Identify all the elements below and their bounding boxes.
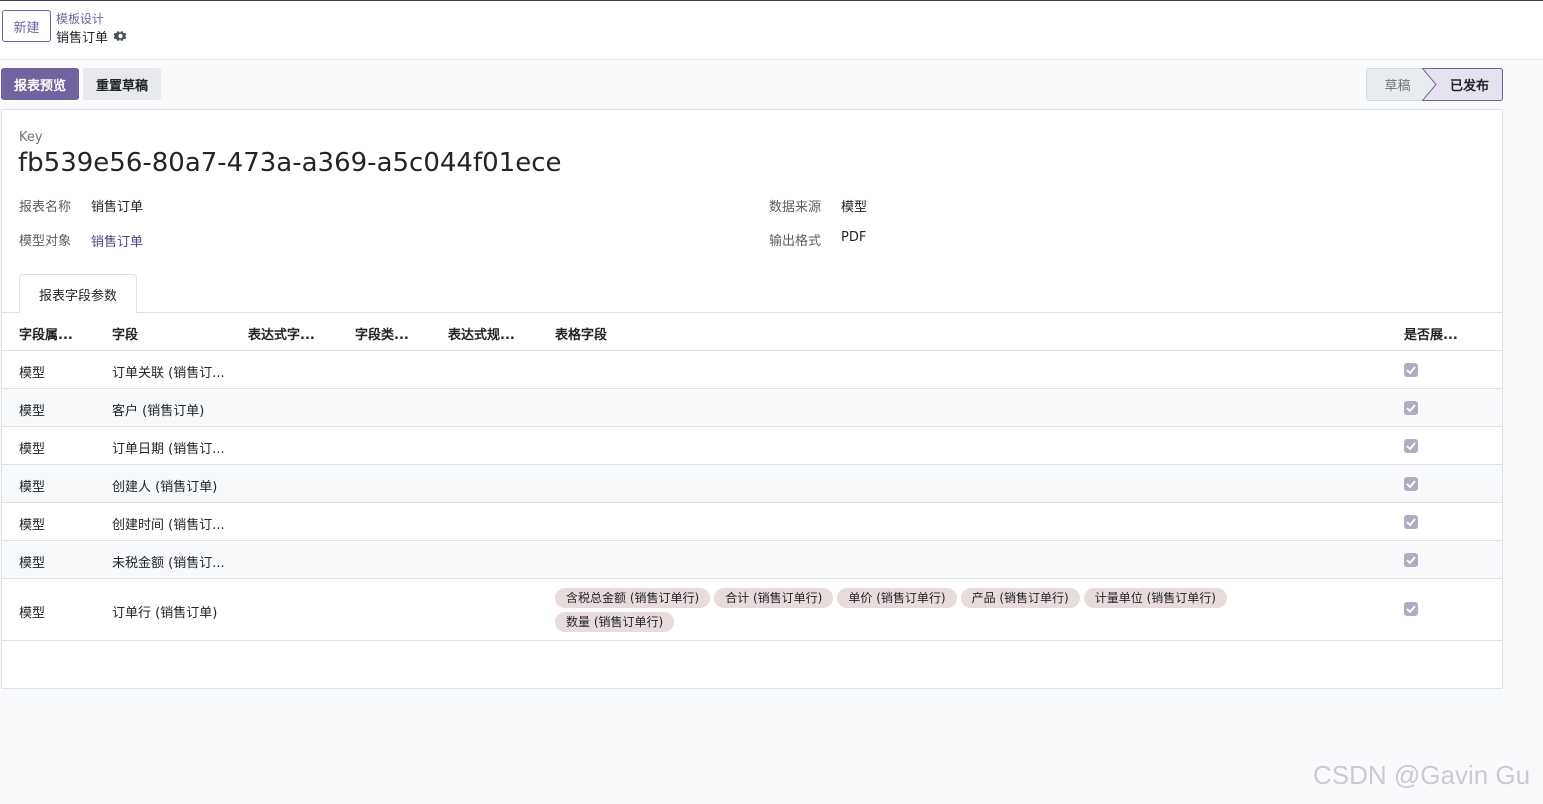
breadcrumb-parent[interactable]: 模板设计 [56, 10, 104, 27]
tag-badge[interactable]: 含税总金额 (销售订单行) [555, 588, 711, 608]
gear-icon[interactable] [113, 30, 127, 43]
cell-field: 创建人 (销售订单) [112, 480, 218, 495]
datasource-label: 数据来源 [769, 200, 822, 215]
output-format-value[interactable]: PDF [841, 230, 866, 245]
table-row[interactable]: 模型 订单日期 (销售订... [2, 427, 1502, 465]
cell-type: 模型 [19, 606, 46, 621]
reset-draft-button[interactable]: 重置草稿 [83, 68, 161, 100]
column-header[interactable]: 表格字段 [555, 324, 607, 343]
status-bar: 草稿 已发布 [1366, 68, 1503, 101]
shown-checkbox[interactable] [1404, 553, 1418, 567]
report-name-label: 报表名称 [19, 200, 72, 215]
cell-type: 模型 [19, 556, 46, 571]
column-header[interactable]: 字段属... [19, 324, 73, 343]
status-published[interactable]: 已发布 [1422, 68, 1503, 101]
tag-badge[interactable]: 计量单位 (销售订单行) [1083, 588, 1227, 608]
key-label: Key [19, 130, 43, 145]
column-header[interactable]: 是否展... [1404, 324, 1458, 343]
shown-checkbox[interactable] [1404, 477, 1418, 491]
shown-checkbox[interactable] [1404, 363, 1418, 377]
breadcrumb-current-label: 销售订单 [56, 31, 109, 46]
table-row[interactable]: 模型 未税金额 (销售订... [2, 541, 1502, 579]
table-row[interactable]: 模型 创建人 (销售订单) [2, 465, 1502, 503]
datasource-value[interactable]: 模型 [841, 196, 867, 215]
table-header: 字段属... 字段 表达式字... 字段类... 表达式规... 表格字段 是否… [2, 313, 1502, 351]
tag-badge[interactable]: 合计 (销售订单行) [714, 588, 834, 608]
report-name-value[interactable]: 销售订单 [91, 196, 143, 215]
cell-field: 订单行 (销售订单) [112, 606, 218, 621]
cell-type: 模型 [19, 480, 46, 495]
control-panel: 新建 模板设计 销售订单 [0, 0, 1543, 60]
column-header[interactable]: 表达式字... [248, 324, 315, 343]
fields-table: 字段属... 字段 表达式字... 字段类... 表达式规... 表格字段 是否… [2, 313, 1502, 641]
new-button[interactable]: 新建 [2, 10, 51, 42]
key-value: fb539e56-80a7-473a-a369-a5c044f01ece [18, 148, 562, 178]
output-format-label: 输出格式 [769, 234, 822, 249]
shown-checkbox[interactable] [1404, 401, 1418, 415]
cell-field: 未税金额 (销售订... [112, 556, 225, 571]
column-header[interactable]: 字段类... [355, 324, 409, 343]
column-header[interactable]: 字段 [112, 324, 138, 343]
tab-report-fields[interactable]: 报表字段参数 [19, 274, 137, 314]
cell-type: 模型 [19, 404, 46, 419]
table-row[interactable]: 模型 创建时间 (销售订... [2, 503, 1502, 541]
model-label: 模型对象 [19, 234, 72, 249]
cell-field: 创建时间 (销售订... [112, 518, 225, 533]
table-field-tags: 含税总金额 (销售订单行) 合计 (销售订单行) 单价 (销售订单行) 产品 (… [555, 588, 1295, 632]
column-header[interactable]: 表达式规... [448, 324, 515, 343]
table-row[interactable]: 模型 订单行 (销售订单) 含税总金额 (销售订单行) 合计 (销售订单行) 单… [2, 579, 1502, 641]
shown-checkbox[interactable] [1404, 602, 1418, 616]
cell-type: 模型 [19, 442, 46, 457]
model-link[interactable]: 销售订单 [91, 231, 143, 250]
table-row[interactable]: 模型 订单关联 (销售订... [2, 351, 1502, 389]
tag-badge[interactable]: 单价 (销售订单行) [837, 588, 957, 608]
report-preview-button[interactable]: 报表预览 [1, 68, 79, 100]
cell-type: 模型 [19, 366, 46, 381]
cell-field: 客户 (销售订单) [112, 404, 205, 419]
cell-type: 模型 [19, 518, 46, 533]
shown-checkbox[interactable] [1404, 515, 1418, 529]
form-sheet: Key fb539e56-80a7-473a-a369-a5c044f01ece… [1, 109, 1503, 689]
tag-badge[interactable]: 数量 (销售订单行) [555, 612, 675, 632]
breadcrumb-current: 销售订单 [56, 27, 127, 46]
tag-badge[interactable]: 产品 (销售订单行) [960, 588, 1080, 608]
table-row[interactable]: 模型 客户 (销售订单) [2, 389, 1502, 427]
cell-field: 订单日期 (销售订... [112, 442, 225, 457]
cell-field: 订单关联 (销售订... [112, 366, 225, 381]
status-published-label: 已发布 [1449, 79, 1489, 94]
watermark: CSDN @Gavin Gu [1313, 760, 1531, 790]
shown-checkbox[interactable] [1404, 439, 1418, 453]
